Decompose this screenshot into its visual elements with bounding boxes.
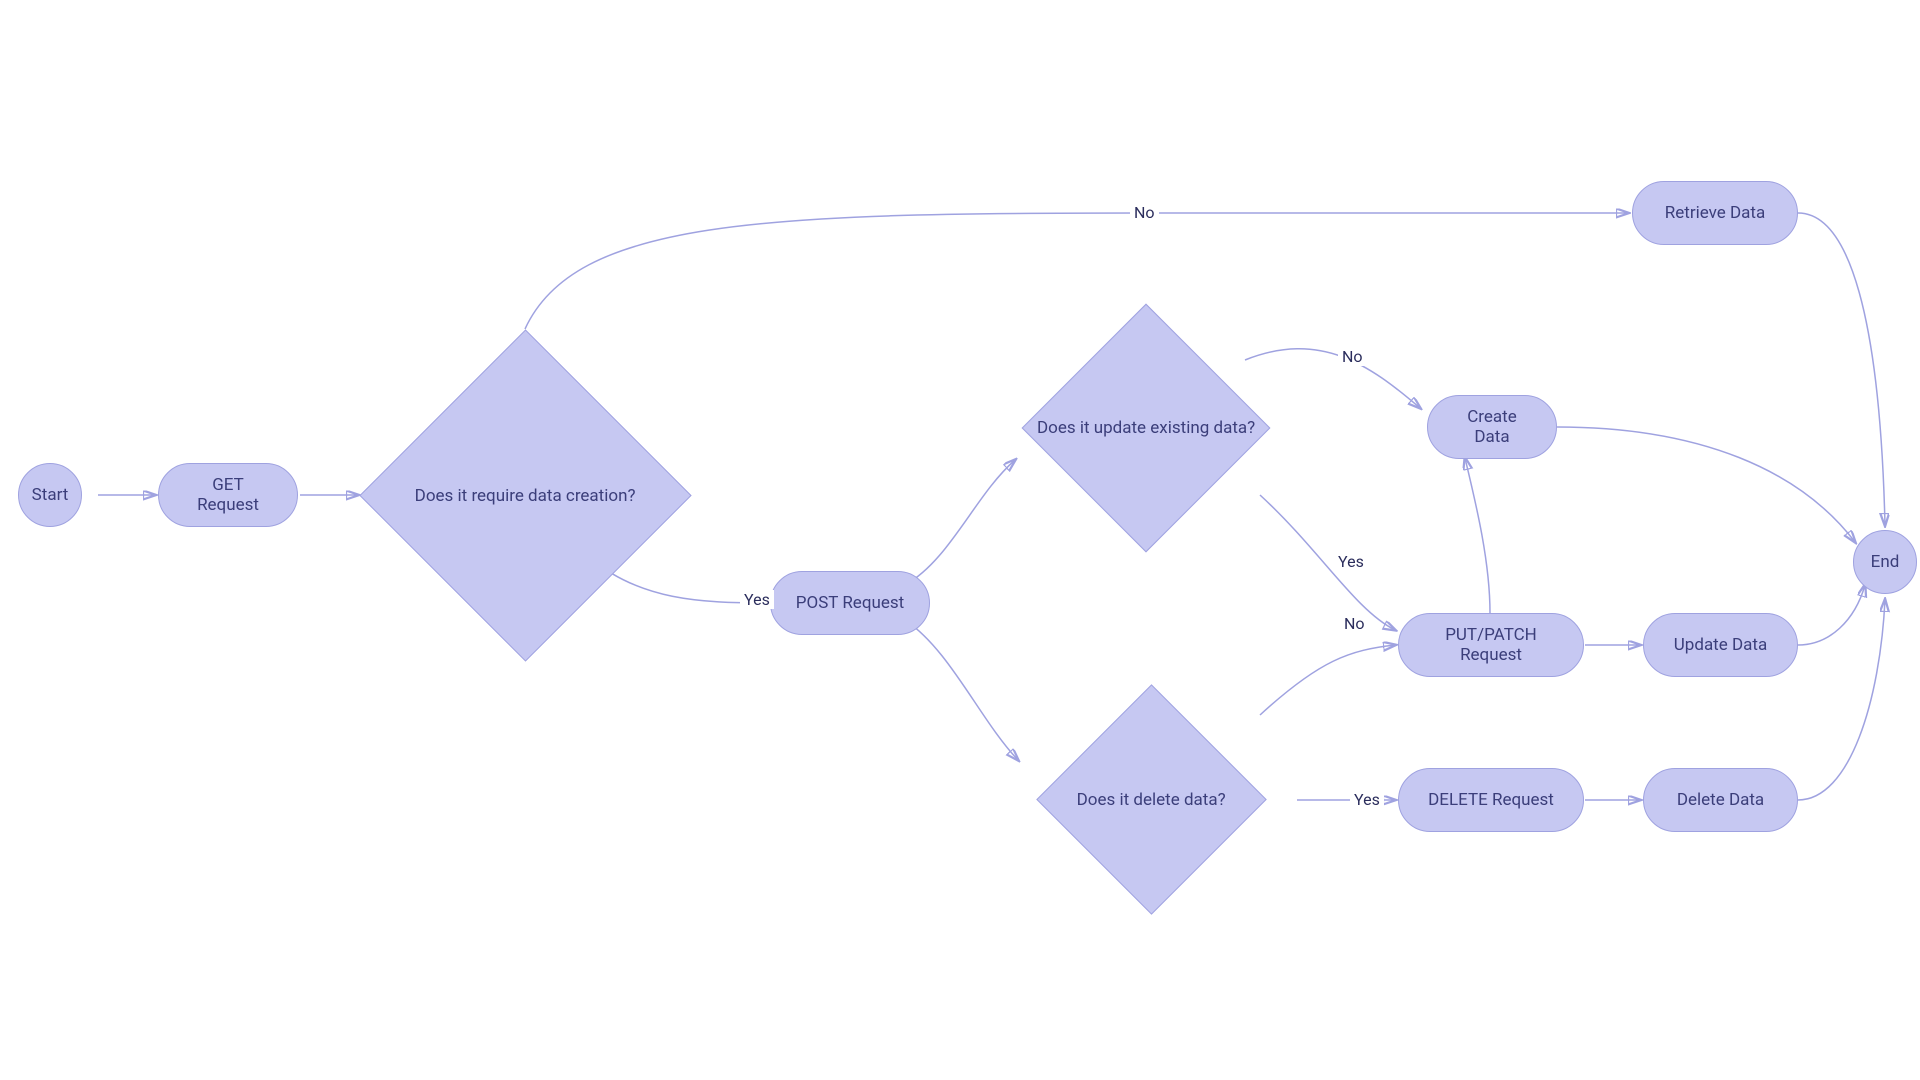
retrieve-data-label: Retrieve Data: [1665, 203, 1765, 223]
delete-data-label: Delete Data: [1677, 790, 1764, 810]
decision-create-node: Does it require data creation?: [359, 329, 691, 661]
decision-update-node: Does it update existing data?: [1022, 304, 1271, 553]
decision-delete-node: Does it delete data?: [1036, 684, 1267, 915]
edge-label-yes3: Yes: [1350, 790, 1384, 809]
post-request-node: POST Request: [770, 571, 930, 635]
decision-create-label: Does it require data creation?: [415, 485, 636, 505]
edge-label-yes1: Yes: [740, 590, 774, 609]
end-label: End: [1871, 552, 1900, 572]
update-data-label: Update Data: [1674, 635, 1767, 655]
end-node: End: [1853, 530, 1917, 594]
decision-delete-label: Does it delete data?: [1077, 790, 1226, 810]
get-request-node: GET Request: [158, 463, 298, 527]
edge-label-no3: No: [1340, 614, 1369, 633]
start-label: Start: [32, 485, 69, 505]
retrieve-data-node: Retrieve Data: [1632, 181, 1798, 245]
edge-label-no1: No: [1130, 203, 1159, 222]
delete-request-node: DELETE Request: [1398, 768, 1584, 832]
edge-label-yes2: Yes: [1334, 552, 1368, 571]
delete-data-node: Delete Data: [1643, 768, 1798, 832]
create-data-node: Create Data: [1427, 395, 1557, 459]
create-data-label: Create Data: [1452, 407, 1532, 447]
edge-label-no2: No: [1338, 347, 1367, 366]
putpatch-request-node: PUT/PATCH Request: [1398, 613, 1584, 677]
decision-update-label: Does it update existing data?: [1037, 418, 1255, 438]
get-request-label: GET Request: [183, 475, 273, 515]
flowchart-edges: [0, 0, 1920, 1080]
delete-request-label: DELETE Request: [1428, 790, 1554, 810]
update-data-node: Update Data: [1643, 613, 1798, 677]
post-request-label: POST Request: [796, 593, 904, 613]
start-node: Start: [18, 463, 82, 527]
putpatch-request-label: PUT/PATCH Request: [1423, 625, 1559, 665]
